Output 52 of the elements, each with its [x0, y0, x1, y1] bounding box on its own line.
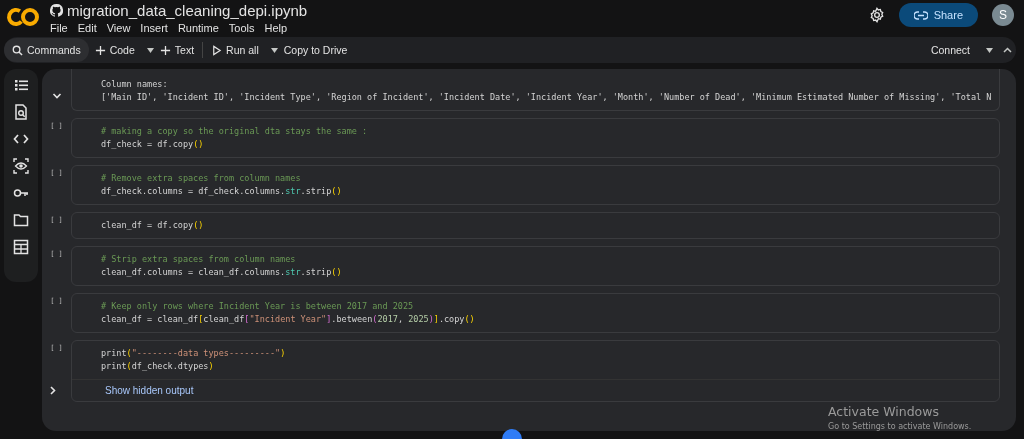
caret-icon[interactable]: [270, 47, 278, 53]
search-icon: [12, 44, 23, 56]
menu-item[interactable]: Insert: [140, 22, 168, 34]
code-line: # Strip extra spaces from column names: [101, 253, 297, 266]
commands-button[interactable]: Commands: [4, 38, 89, 62]
caret-icon[interactable]: [146, 47, 154, 53]
toolbar-button[interactable]: Code: [88, 38, 141, 62]
plus-icon: [94, 44, 106, 56]
code-line: print("--------data types---------"): [101, 347, 287, 360]
notebook-title[interactable]: migration_data_cleaning_depi.ipynb: [67, 2, 308, 19]
code-line: clean_df = clean_df[clean_df["Incident Year"].between(2017, 2025)].copy(): [101, 313, 476, 326]
link-icon: [913, 10, 928, 20]
menu-item[interactable]: File: [50, 22, 68, 34]
user-avatar[interactable]: S: [992, 4, 1014, 26]
document-search-icon[interactable]: [13, 104, 29, 120]
activation-subtitle: Go to Settings to activate Windows.: [828, 422, 972, 431]
code-line: clean_df.columns = clean_df.columns.str.strip(): [101, 266, 343, 279]
code-line: print(df_check.dtypes): [101, 360, 215, 373]
settings-icon[interactable]: [868, 7, 885, 23]
code-line: clean_df = df.copy(): [101, 219, 205, 232]
toolbar-button[interactable]: Text: [153, 38, 201, 62]
toolbar-button[interactable]: Copy to Drive: [277, 38, 354, 62]
connect-button[interactable]: Connect: [924, 38, 976, 62]
chevron-up-icon[interactable]: [1003, 47, 1012, 53]
eye-scan-icon[interactable]: [13, 158, 29, 174]
chevron-right-icon[interactable]: [49, 386, 57, 395]
code-line: # making a copy so the original dta stays the same :: [101, 125, 369, 138]
code-line: # Remove extra spaces from column names: [101, 172, 302, 185]
folder-icon[interactable]: [13, 212, 29, 228]
caret-icon[interactable]: [986, 47, 993, 53]
table-icon[interactable]: [13, 239, 29, 255]
output-line: Column names:: [101, 78, 169, 91]
show-output-link[interactable]: Show hidden output: [105, 385, 194, 396]
menu-item[interactable]: Runtime: [177, 22, 219, 34]
activation-title: Activate Windows: [828, 404, 940, 419]
menu-item[interactable]: Tools: [228, 22, 255, 34]
code-line: # Keep only rows where Incident Year is between 2017 and 2025: [101, 300, 415, 313]
floating-button[interactable]: [502, 429, 522, 439]
list-icon[interactable]: [13, 77, 29, 93]
share-button[interactable]: Share: [898, 3, 978, 27]
chevron-down-icon[interactable]: [51, 92, 62, 100]
logo-icon[interactable]: [6, 6, 40, 28]
menu-item[interactable]: View: [106, 22, 131, 34]
menu-item[interactable]: Edit: [77, 22, 97, 34]
plus-icon: [159, 44, 171, 56]
play-icon: [211, 44, 223, 56]
code-line: df_check.columns = df_check.columns.str.strip(): [101, 185, 343, 198]
output-line: ['Main ID', 'Incident ID', 'Incident Type', 'Region of Incident', 'Incident Date', 'Incident Year', 'Month', 'Number of Dead', 'Minimum Estimated Number of Missing', 'Total N: [101, 91, 993, 104]
cat-icon[interactable]: [50, 4, 63, 17]
toolbar-button[interactable]: Run all: [205, 38, 265, 62]
code-line: df_check = df.copy(): [101, 138, 205, 151]
menu-item[interactable]: Help: [264, 22, 288, 34]
